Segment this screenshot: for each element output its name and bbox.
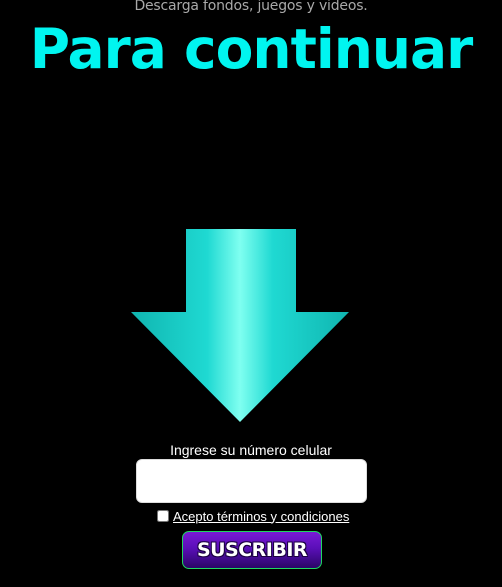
page-subtitle: Descarga fondos, juegos y videos.: [134, 0, 368, 14]
phone-label: Ingrese su número celular: [170, 442, 332, 458]
page-title: Para continuar: [29, 17, 474, 81]
terms-row: Acepto términos y condiciones: [157, 507, 349, 525]
phone-input[interactable]: [136, 459, 367, 503]
terms-checkbox[interactable]: [157, 510, 169, 522]
subscribe-button[interactable]: SUSCRIBIR: [182, 531, 322, 569]
down-arrow-icon: [131, 229, 349, 422]
terms-link[interactable]: Acepto términos y condiciones: [173, 509, 349, 524]
